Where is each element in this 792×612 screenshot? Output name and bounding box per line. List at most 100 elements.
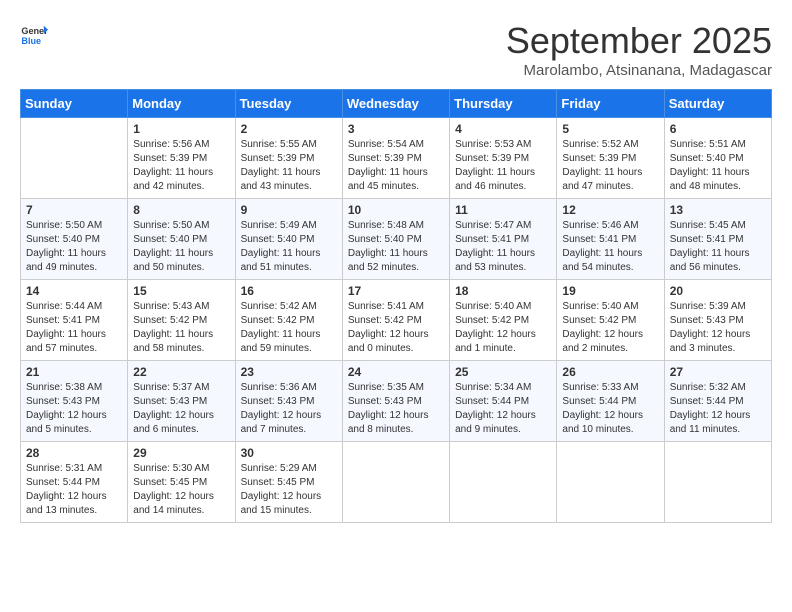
day-number: 24: [348, 365, 444, 379]
table-row: 25 Sunrise: 5:34 AMSunset: 5:44 PMDaylig…: [450, 361, 557, 442]
table-row: 29 Sunrise: 5:30 AMSunset: 5:45 PMDaylig…: [128, 442, 235, 523]
svg-text:Blue: Blue: [21, 36, 41, 46]
cell-info: Sunrise: 5:40 AMSunset: 5:42 PMDaylight:…: [455, 300, 551, 356]
day-number: 4: [455, 122, 551, 136]
cell-info: Sunrise: 5:48 AMSunset: 5:40 PMDaylight:…: [348, 219, 444, 275]
day-number: 1: [133, 122, 229, 136]
day-number: 29: [133, 446, 229, 460]
cell-info: Sunrise: 5:53 AMSunset: 5:39 PMDaylight:…: [455, 138, 551, 194]
day-number: 23: [241, 365, 337, 379]
day-number: 3: [348, 122, 444, 136]
day-number: 21: [26, 365, 122, 379]
col-saturday: Saturday: [664, 90, 771, 118]
cell-info: Sunrise: 5:46 AMSunset: 5:41 PMDaylight:…: [562, 219, 658, 275]
cell-info: Sunrise: 5:52 AMSunset: 5:39 PMDaylight:…: [562, 138, 658, 194]
cell-info: Sunrise: 5:55 AMSunset: 5:39 PMDaylight:…: [241, 138, 337, 194]
table-row: 5 Sunrise: 5:52 AMSunset: 5:39 PMDayligh…: [557, 118, 664, 199]
calendar-week-2: 7 Sunrise: 5:50 AMSunset: 5:40 PMDayligh…: [21, 199, 772, 280]
table-row: 21 Sunrise: 5:38 AMSunset: 5:43 PMDaylig…: [21, 361, 128, 442]
table-row: [664, 442, 771, 523]
day-number: 22: [133, 365, 229, 379]
day-number: 6: [670, 122, 766, 136]
header: General Blue September 2025 Marolambo, A…: [20, 20, 772, 79]
day-number: 14: [26, 284, 122, 298]
logo-icon: General Blue: [20, 20, 48, 48]
cell-info: Sunrise: 5:34 AMSunset: 5:44 PMDaylight:…: [455, 381, 551, 437]
cell-info: Sunrise: 5:40 AMSunset: 5:42 PMDaylight:…: [562, 300, 658, 356]
cell-info: Sunrise: 5:36 AMSunset: 5:43 PMDaylight:…: [241, 381, 337, 437]
table-row: 6 Sunrise: 5:51 AMSunset: 5:40 PMDayligh…: [664, 118, 771, 199]
table-row: 12 Sunrise: 5:46 AMSunset: 5:41 PMDaylig…: [557, 199, 664, 280]
cell-info: Sunrise: 5:43 AMSunset: 5:42 PMDaylight:…: [133, 300, 229, 356]
col-sunday: Sunday: [21, 90, 128, 118]
cell-info: Sunrise: 5:45 AMSunset: 5:41 PMDaylight:…: [670, 219, 766, 275]
table-row: 28 Sunrise: 5:31 AMSunset: 5:44 PMDaylig…: [21, 442, 128, 523]
cell-info: Sunrise: 5:56 AMSunset: 5:39 PMDaylight:…: [133, 138, 229, 194]
day-number: 9: [241, 203, 337, 217]
table-row: 11 Sunrise: 5:47 AMSunset: 5:41 PMDaylig…: [450, 199, 557, 280]
day-number: 11: [455, 203, 551, 217]
day-number: 12: [562, 203, 658, 217]
calendar-week-1: 1 Sunrise: 5:56 AMSunset: 5:39 PMDayligh…: [21, 118, 772, 199]
location-title: Marolambo, Atsinanana, Madagascar: [506, 62, 772, 79]
table-row: 18 Sunrise: 5:40 AMSunset: 5:42 PMDaylig…: [450, 280, 557, 361]
table-row: 30 Sunrise: 5:29 AMSunset: 5:45 PMDaylig…: [235, 442, 342, 523]
table-row: 15 Sunrise: 5:43 AMSunset: 5:42 PMDaylig…: [128, 280, 235, 361]
table-row: 16 Sunrise: 5:42 AMSunset: 5:42 PMDaylig…: [235, 280, 342, 361]
cell-info: Sunrise: 5:49 AMSunset: 5:40 PMDaylight:…: [241, 219, 337, 275]
col-friday: Friday: [557, 90, 664, 118]
cell-info: Sunrise: 5:35 AMSunset: 5:43 PMDaylight:…: [348, 381, 444, 437]
table-row: 22 Sunrise: 5:37 AMSunset: 5:43 PMDaylig…: [128, 361, 235, 442]
cell-info: Sunrise: 5:38 AMSunset: 5:43 PMDaylight:…: [26, 381, 122, 437]
day-number: 19: [562, 284, 658, 298]
table-row: 20 Sunrise: 5:39 AMSunset: 5:43 PMDaylig…: [664, 280, 771, 361]
table-row: 27 Sunrise: 5:32 AMSunset: 5:44 PMDaylig…: [664, 361, 771, 442]
table-row: 3 Sunrise: 5:54 AMSunset: 5:39 PMDayligh…: [342, 118, 449, 199]
calendar-week-3: 14 Sunrise: 5:44 AMSunset: 5:41 PMDaylig…: [21, 280, 772, 361]
table-row: 9 Sunrise: 5:49 AMSunset: 5:40 PMDayligh…: [235, 199, 342, 280]
table-row: 14 Sunrise: 5:44 AMSunset: 5:41 PMDaylig…: [21, 280, 128, 361]
col-thursday: Thursday: [450, 90, 557, 118]
day-number: 27: [670, 365, 766, 379]
table-row: 19 Sunrise: 5:40 AMSunset: 5:42 PMDaylig…: [557, 280, 664, 361]
table-row: 26 Sunrise: 5:33 AMSunset: 5:44 PMDaylig…: [557, 361, 664, 442]
cell-info: Sunrise: 5:42 AMSunset: 5:42 PMDaylight:…: [241, 300, 337, 356]
table-row: [21, 118, 128, 199]
cell-info: Sunrise: 5:44 AMSunset: 5:41 PMDaylight:…: [26, 300, 122, 356]
day-number: 26: [562, 365, 658, 379]
table-row: 7 Sunrise: 5:50 AMSunset: 5:40 PMDayligh…: [21, 199, 128, 280]
table-row: [450, 442, 557, 523]
day-number: 16: [241, 284, 337, 298]
table-row: 8 Sunrise: 5:50 AMSunset: 5:40 PMDayligh…: [128, 199, 235, 280]
day-number: 8: [133, 203, 229, 217]
title-area: September 2025 Marolambo, Atsinanana, Ma…: [506, 20, 772, 79]
day-number: 7: [26, 203, 122, 217]
day-number: 10: [348, 203, 444, 217]
day-number: 20: [670, 284, 766, 298]
day-number: 13: [670, 203, 766, 217]
table-row: 1 Sunrise: 5:56 AMSunset: 5:39 PMDayligh…: [128, 118, 235, 199]
col-wednesday: Wednesday: [342, 90, 449, 118]
day-number: 5: [562, 122, 658, 136]
calendar-week-5: 28 Sunrise: 5:31 AMSunset: 5:44 PMDaylig…: [21, 442, 772, 523]
table-row: 4 Sunrise: 5:53 AMSunset: 5:39 PMDayligh…: [450, 118, 557, 199]
table-row: 10 Sunrise: 5:48 AMSunset: 5:40 PMDaylig…: [342, 199, 449, 280]
day-number: 2: [241, 122, 337, 136]
cell-info: Sunrise: 5:37 AMSunset: 5:43 PMDaylight:…: [133, 381, 229, 437]
cell-info: Sunrise: 5:54 AMSunset: 5:39 PMDaylight:…: [348, 138, 444, 194]
table-row: 24 Sunrise: 5:35 AMSunset: 5:43 PMDaylig…: [342, 361, 449, 442]
table-row: 23 Sunrise: 5:36 AMSunset: 5:43 PMDaylig…: [235, 361, 342, 442]
day-number: 25: [455, 365, 551, 379]
cell-info: Sunrise: 5:30 AMSunset: 5:45 PMDaylight:…: [133, 462, 229, 518]
day-number: 15: [133, 284, 229, 298]
cell-info: Sunrise: 5:39 AMSunset: 5:43 PMDaylight:…: [670, 300, 766, 356]
month-title: September 2025: [506, 20, 772, 62]
col-tuesday: Tuesday: [235, 90, 342, 118]
cell-info: Sunrise: 5:51 AMSunset: 5:40 PMDaylight:…: [670, 138, 766, 194]
day-number: 18: [455, 284, 551, 298]
table-row: 17 Sunrise: 5:41 AMSunset: 5:42 PMDaylig…: [342, 280, 449, 361]
logo: General Blue: [20, 20, 48, 48]
cell-info: Sunrise: 5:47 AMSunset: 5:41 PMDaylight:…: [455, 219, 551, 275]
cell-info: Sunrise: 5:33 AMSunset: 5:44 PMDaylight:…: [562, 381, 658, 437]
day-number: 30: [241, 446, 337, 460]
